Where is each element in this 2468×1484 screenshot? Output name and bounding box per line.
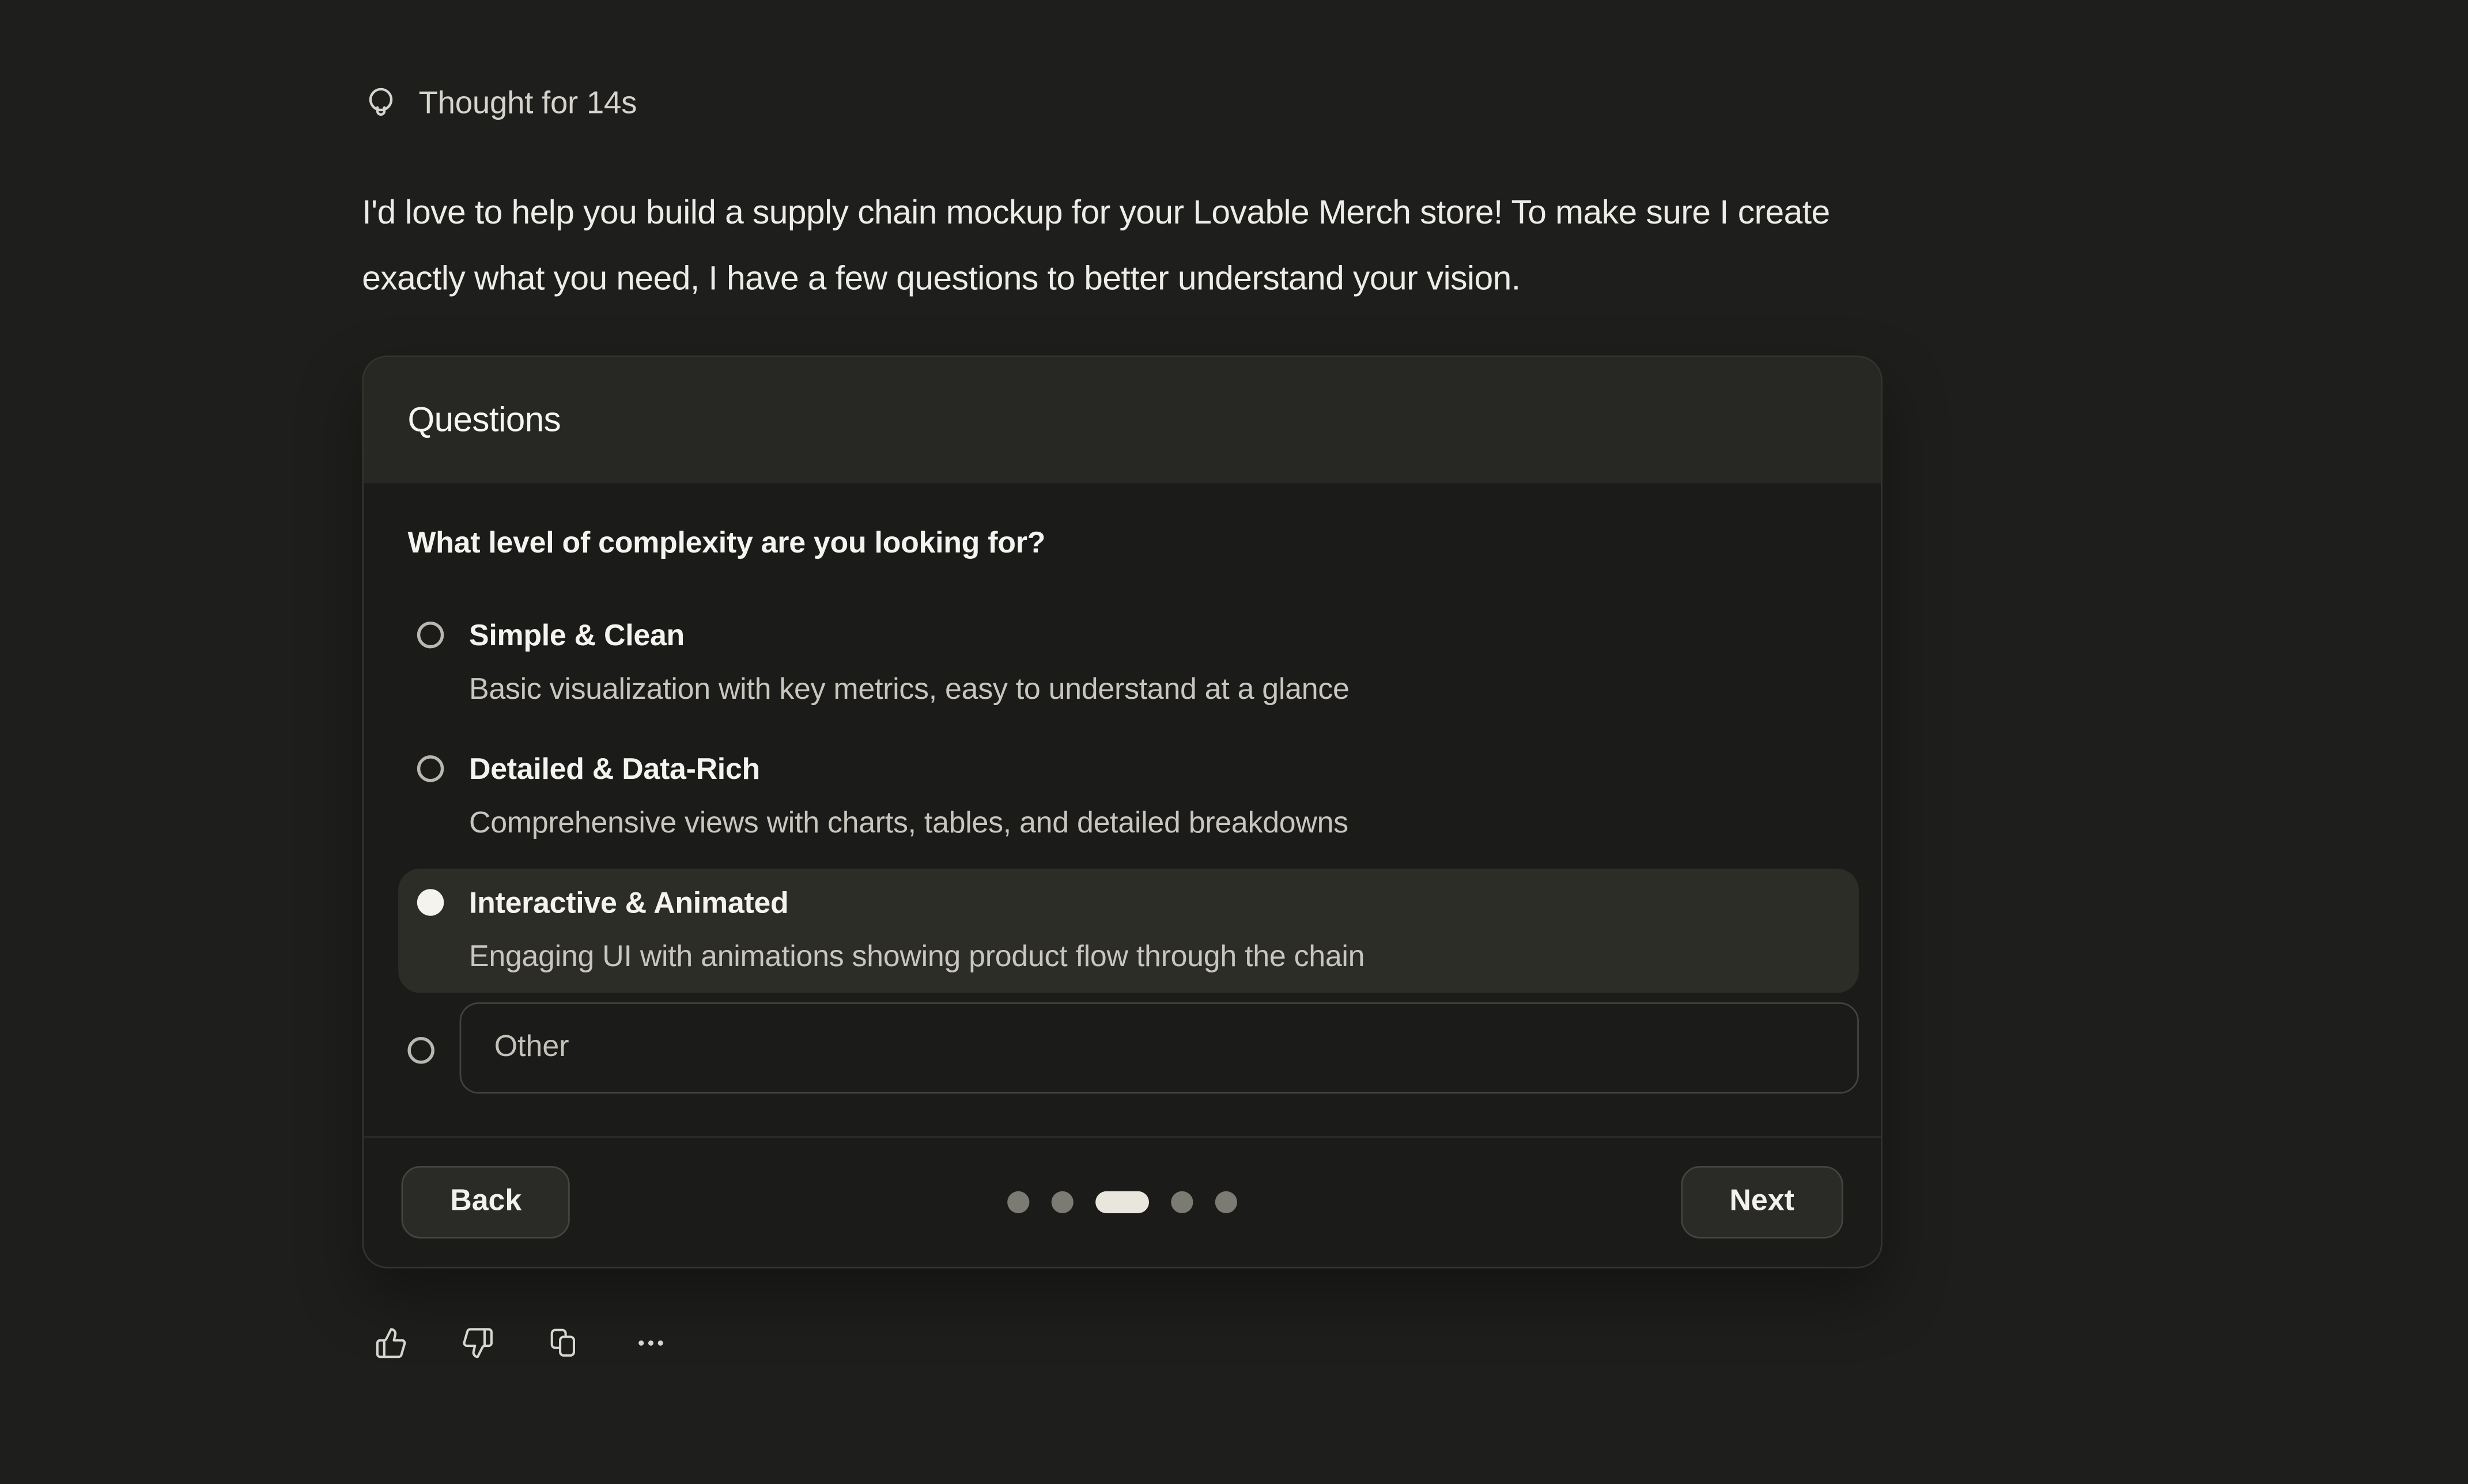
thumbs-down-button[interactable]	[461, 1327, 494, 1360]
options-list: Simple & Clean Basic visualization with …	[398, 601, 1859, 1093]
copy-icon	[548, 1327, 581, 1360]
option-description: Basic visualization with key metrics, ea…	[469, 671, 1350, 710]
card-footer: Back Next	[364, 1136, 1881, 1267]
radio-button[interactable]	[417, 889, 444, 915]
option-description: Comprehensive views with charts, tables,…	[469, 804, 1348, 843]
next-button[interactable]: Next	[1681, 1166, 1843, 1239]
thought-label: Thought for 14s	[419, 86, 637, 122]
option-row-detailed-data-rich[interactable]: Detailed & Data-Rich Comprehensive views…	[398, 735, 1859, 860]
more-horizontal-icon	[634, 1327, 667, 1360]
thumbs-up-button[interactable]	[375, 1327, 407, 1360]
card-title: Questions	[407, 400, 561, 441]
radio-button[interactable]	[407, 1037, 434, 1063]
pagination-dot	[1215, 1191, 1237, 1213]
pagination-dot-active	[1095, 1191, 1149, 1213]
questions-card: Questions What level of complexity are y…	[362, 355, 1883, 1268]
option-row-other[interactable]	[389, 1002, 1878, 1093]
card-body: What level of complexity are you looking…	[364, 483, 1881, 1094]
question-text: What level of complexity are you looking…	[407, 524, 1840, 563]
other-input[interactable]	[460, 1002, 1859, 1093]
thought-toggle[interactable]: Thought for 14s	[362, 85, 637, 123]
option-title: Simple & Clean	[469, 617, 1350, 656]
lightbulb-icon	[362, 85, 400, 123]
option-title: Interactive & Animated	[469, 884, 1365, 923]
option-row-simple-clean[interactable]: Simple & Clean Basic visualization with …	[398, 601, 1859, 725]
assistant-message: I'd love to help you build a supply chai…	[362, 179, 2314, 311]
card-header: Questions	[364, 357, 1881, 483]
option-row-interactive-animated[interactable]: Interactive & Animated Engaging UI with …	[398, 869, 1859, 993]
back-button[interactable]: Back	[402, 1166, 570, 1239]
message-actions	[375, 1327, 667, 1360]
option-description: Engaging UI with animations showing prod…	[469, 938, 1365, 977]
thumbs-up-icon	[375, 1327, 407, 1360]
thumbs-down-icon	[461, 1327, 494, 1360]
radio-button[interactable]	[417, 755, 444, 782]
pagination-dot	[1171, 1191, 1193, 1213]
pagination-dots	[1007, 1191, 1237, 1213]
pagination-dot	[1007, 1191, 1029, 1213]
more-options-button[interactable]	[634, 1327, 667, 1360]
option-title: Detailed & Data-Rich	[469, 751, 1348, 790]
pagination-dot	[1052, 1191, 1074, 1213]
radio-button[interactable]	[417, 622, 444, 648]
copy-button[interactable]	[548, 1327, 581, 1360]
